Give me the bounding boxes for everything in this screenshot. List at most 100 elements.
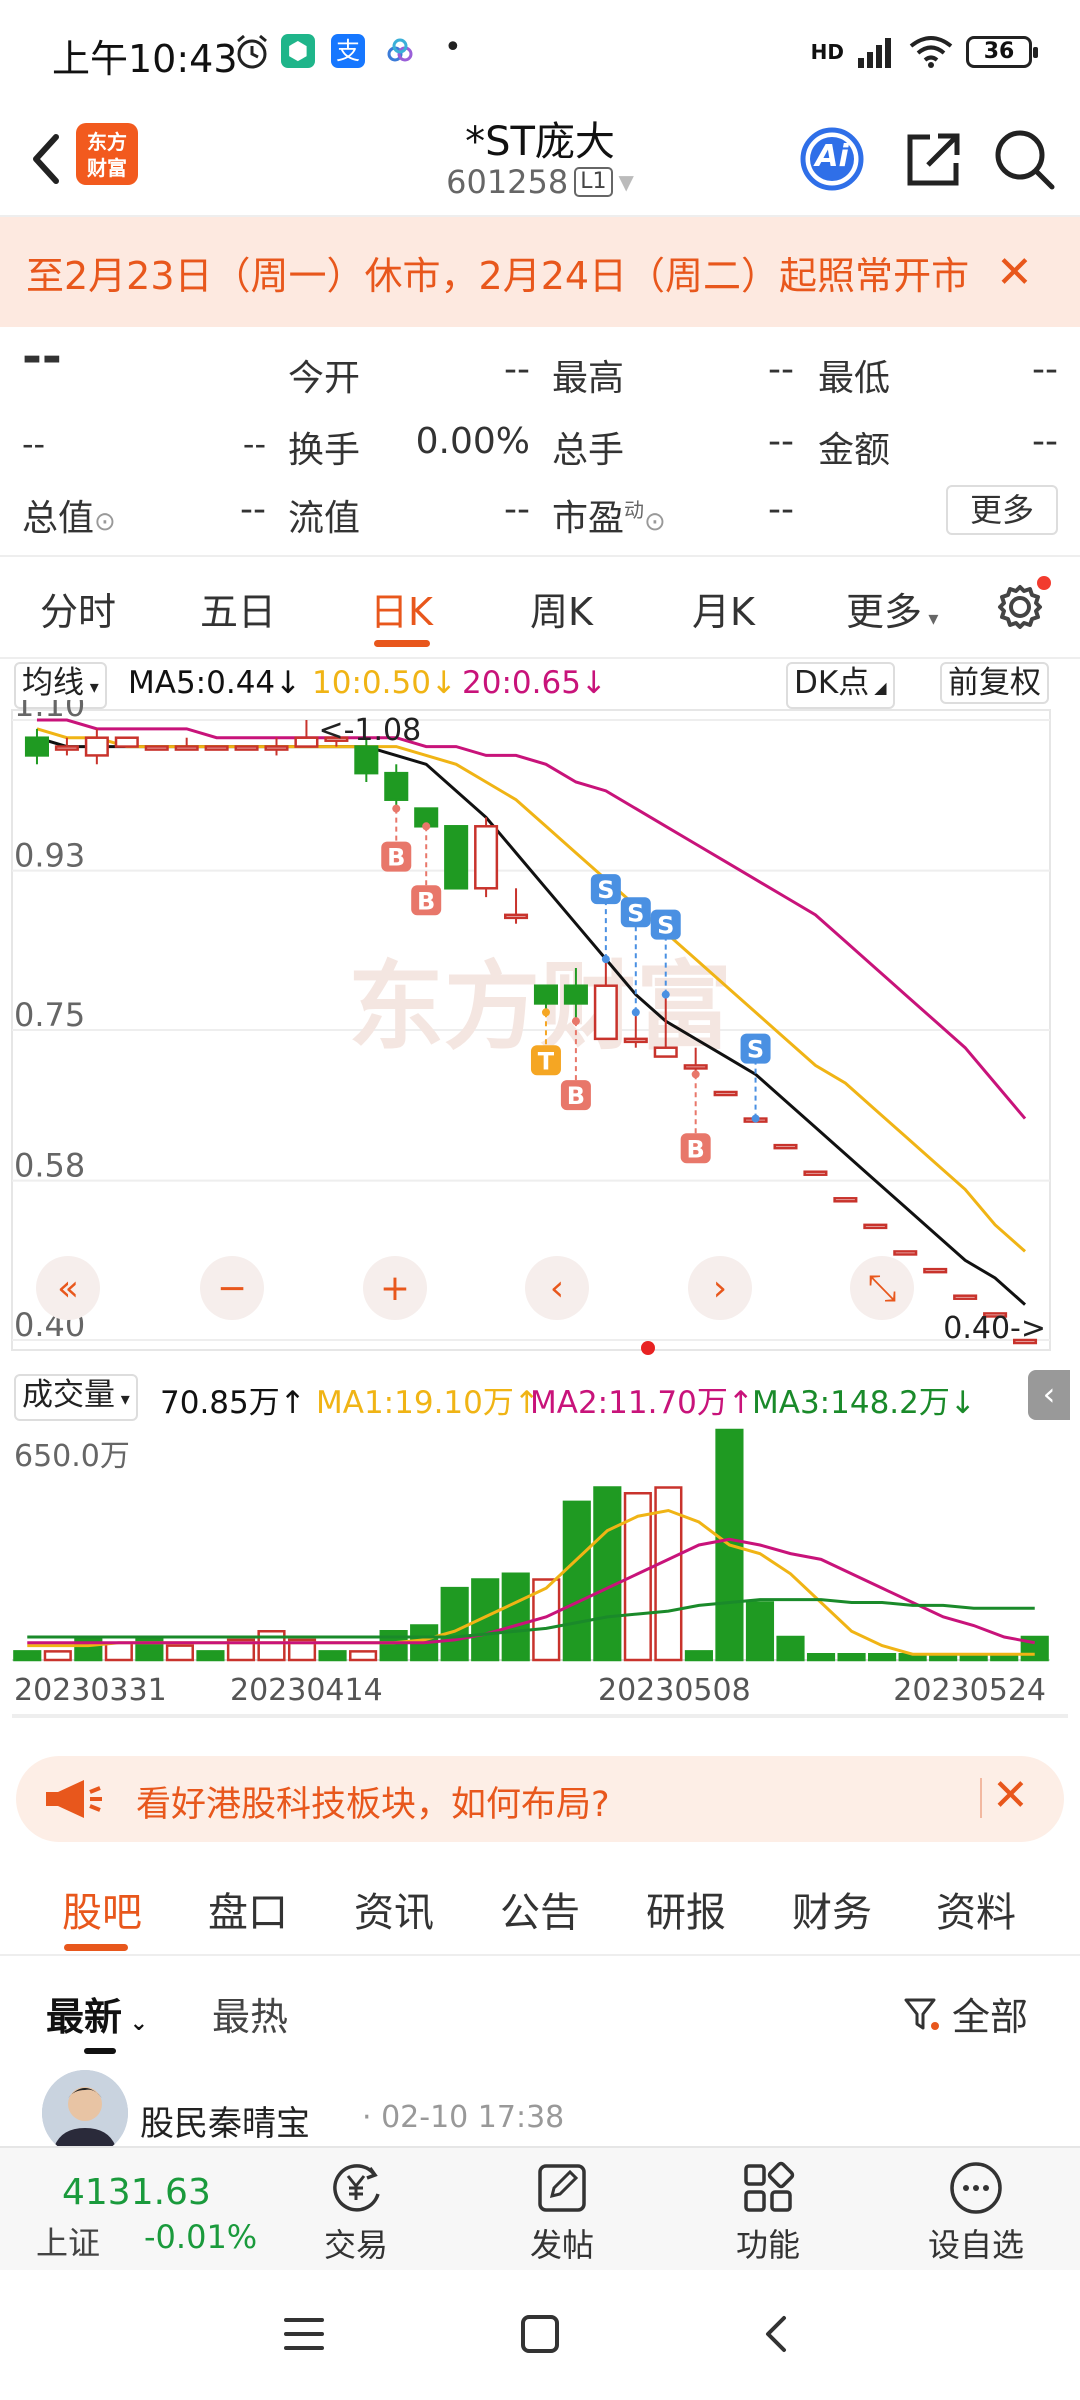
nav-post[interactable]: 发帖 bbox=[502, 2160, 622, 2266]
divider bbox=[0, 657, 1080, 659]
candle-body bbox=[504, 913, 529, 920]
collapse-panel-button[interactable]: ‹ bbox=[1028, 1370, 1070, 1420]
kline-chart[interactable]: 1.100.930.750.580.40东方财富BBTBSS SBS<-1.080… bbox=[0, 700, 1080, 1360]
app-logo[interactable]: 东方 财富 bbox=[76, 123, 138, 185]
tab-announcements[interactable]: 公告 bbox=[500, 1880, 580, 1938]
settings-gear-icon[interactable] bbox=[992, 575, 1052, 635]
candle-body bbox=[24, 736, 49, 757]
candle-body bbox=[713, 1090, 738, 1097]
ma-indicator-row: 均线 ▾ MA5:0.44↓ 10:0.50↓ 20:0.65↓ DK点 ◢ 前… bbox=[0, 660, 1080, 709]
stock-code-selector[interactable]: 601258 L1 ▼ bbox=[340, 163, 740, 201]
nav-trade[interactable]: 交易 bbox=[296, 2160, 416, 2266]
volume-ma-line-ma2 bbox=[27, 1537, 1036, 1645]
volume-chart[interactable]: 650.0万 20230331 20230414 20230508 20230524 bbox=[0, 1420, 1080, 1740]
tab-pankou[interactable]: 盘口 bbox=[208, 1880, 288, 1938]
avatar-image bbox=[42, 2070, 128, 2146]
arrow-down-icon: ↓ bbox=[949, 1385, 976, 1421]
system-back-icon[interactable] bbox=[756, 2312, 796, 2356]
volume-bar bbox=[440, 1586, 469, 1662]
period-tabs: 分时 五日 日K 周K 月K 更多 ▾ bbox=[0, 557, 1080, 657]
caret-down-icon: ▾ bbox=[922, 606, 939, 630]
back-icon[interactable] bbox=[18, 119, 78, 199]
signal-dot bbox=[631, 1008, 640, 1017]
signal-label: S bbox=[597, 876, 614, 904]
volume-bar bbox=[684, 1650, 713, 1662]
volume-ma1-text: MA1:19.10万 bbox=[316, 1385, 514, 1421]
close-icon[interactable]: ✕ bbox=[996, 247, 1033, 298]
ai-button[interactable]: Ai bbox=[798, 125, 866, 193]
volume-bar bbox=[562, 1500, 591, 1662]
mktcap-label[interactable]: 总值⊙ bbox=[22, 489, 116, 541]
tab-news[interactable]: 资讯 bbox=[354, 1880, 434, 1938]
tab-profile[interactable]: 资料 bbox=[936, 1880, 1016, 1938]
signal-label: B bbox=[687, 1135, 705, 1163]
low-label: 最低 bbox=[818, 358, 891, 399]
tab-monthly-k[interactable]: 月K bbox=[692, 581, 755, 636]
x-tick-label: 20230508 bbox=[598, 1673, 751, 1708]
candle-body bbox=[114, 736, 139, 748]
post-author[interactable]: 股民秦晴宝 bbox=[140, 2096, 310, 2145]
signal-label: B bbox=[567, 1082, 585, 1110]
volume-max-label: 650.0万 bbox=[14, 1439, 130, 1474]
avatar[interactable] bbox=[42, 2070, 128, 2146]
volume-selector-label: 成交量 bbox=[22, 1377, 115, 1413]
home-square-icon[interactable] bbox=[518, 2312, 562, 2356]
grid-apps-icon bbox=[744, 2161, 795, 2212]
notice-text: 至2月23日（周一）休市，2月24日（周二）起照常开市 bbox=[26, 254, 970, 298]
ad-banner[interactable]: 看好港股科技板块，如何布局? ✕ bbox=[16, 1756, 1064, 1842]
search-icon[interactable] bbox=[990, 125, 1058, 193]
candle-body bbox=[533, 984, 558, 1005]
more-quote-button[interactable]: 更多 bbox=[946, 485, 1058, 535]
candle-body bbox=[264, 745, 289, 751]
nav-add-watchlist[interactable]: 设自选 bbox=[916, 2160, 1036, 2266]
menu-icon[interactable] bbox=[282, 2314, 326, 2354]
sort-latest[interactable]: 最新 ⌄ bbox=[46, 1986, 148, 2041]
tab-five-day[interactable]: 五日 bbox=[200, 581, 276, 636]
tab-research[interactable]: 研报 bbox=[646, 1880, 726, 1938]
chart-control-icon: › bbox=[713, 1268, 727, 1309]
filter-button[interactable]: 全部 bbox=[902, 1986, 1028, 2041]
adjust-selector[interactable]: 前复权 bbox=[940, 662, 1049, 704]
tab-daily-k[interactable]: 日K bbox=[370, 581, 433, 636]
stock-name: *ST庞大 bbox=[465, 119, 615, 165]
battery-icon: 36 bbox=[966, 36, 1038, 68]
signal-icon bbox=[858, 38, 891, 68]
last-price: -- bbox=[22, 329, 62, 385]
filter-label: 全部 bbox=[952, 1995, 1029, 2039]
volume-bar bbox=[501, 1572, 530, 1662]
share-icon[interactable] bbox=[900, 125, 968, 193]
candle-body bbox=[623, 1037, 648, 1044]
tab-weekly-k[interactable]: 周K bbox=[530, 581, 593, 636]
close-icon[interactable]: ✕ bbox=[992, 1770, 1029, 1821]
volume-selector[interactable]: 成交量 ▾ bbox=[14, 1374, 138, 1421]
ma-selector-label: 均线 bbox=[22, 665, 84, 701]
open-value: -- bbox=[504, 349, 530, 390]
holiday-notice-banner[interactable]: 至2月23日（周一）休市，2月24日（周二）起照常开市 ✕ bbox=[0, 217, 1080, 327]
high-label: 最高 bbox=[552, 358, 625, 399]
turnover-label: 换手 bbox=[288, 430, 361, 471]
tab-guba[interactable]: 股吧 bbox=[62, 1880, 142, 1938]
chevron-down-icon: ▼ bbox=[618, 170, 634, 194]
tab-finance[interactable]: 财务 bbox=[792, 1880, 872, 1938]
trade-yen-icon bbox=[333, 2164, 380, 2212]
candle-body bbox=[773, 1143, 798, 1150]
volume-label: 总手 bbox=[552, 430, 625, 471]
post-item[interactable]: 股民秦晴宝 · 02-10 17:38 bbox=[0, 2066, 1080, 2146]
pe-label[interactable]: 市盈动⊙ bbox=[552, 489, 666, 541]
turnover-value: 0.00% bbox=[415, 421, 530, 462]
tab-more[interactable]: 更多 ▾ bbox=[846, 581, 938, 636]
tab-timeshare[interactable]: 分时 bbox=[40, 581, 116, 636]
signal-label: B bbox=[387, 844, 405, 872]
nav-post-label: 发帖 bbox=[529, 2226, 594, 2264]
candle-body bbox=[174, 745, 199, 751]
cloud-app-icon bbox=[387, 38, 413, 62]
chart-control-icon: ⤡ bbox=[868, 1268, 897, 1309]
index-ticker[interactable]: 4131.63 上证 -0.01% bbox=[0, 2148, 270, 2272]
nav-functions[interactable]: 功能 bbox=[708, 2160, 828, 2266]
y-tick-label: 0.75 bbox=[14, 996, 85, 1034]
megaphone-icon bbox=[46, 1780, 102, 1818]
filter-icon bbox=[904, 1998, 939, 2030]
volume-bar bbox=[74, 1635, 103, 1662]
signal-label: B bbox=[417, 887, 435, 915]
sort-hot[interactable]: 最热 bbox=[212, 1986, 288, 2041]
